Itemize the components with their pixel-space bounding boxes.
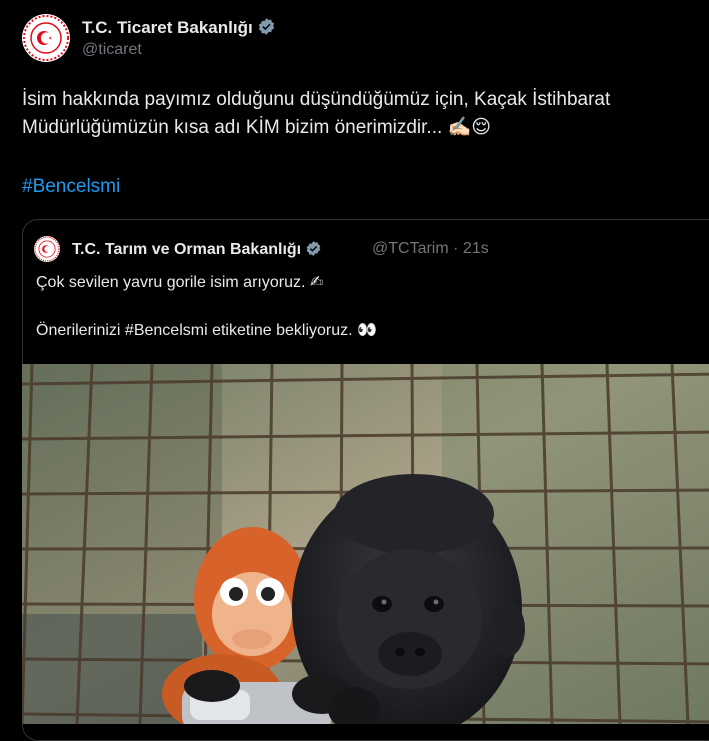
quoted-text-prefix: Önerilerinizi [36, 322, 125, 339]
tweet-text-line-1: İsim hakkında payımız olduğunu düşündüğü… [22, 89, 611, 110]
emblem-icon [23, 15, 69, 61]
hashtag-link[interactable]: #Bencelsmi [22, 176, 120, 198]
quoted-author-avatar[interactable] [34, 236, 60, 262]
verified-badge-icon [258, 18, 274, 35]
quoted-author-name[interactable]: T.C. Tarım ve Orman Bakanlığı [72, 240, 322, 259]
quoted-media-image[interactable] [22, 364, 709, 724]
quoted-author-name-text[interactable]: T.C. Tarım ve Orman Bakanlığı [72, 241, 301, 258]
verified-badge-icon [306, 241, 321, 256]
meta-separator: · [453, 240, 459, 257]
quoted-author-handle[interactable]: @TCTarim [372, 240, 449, 257]
author-handle[interactable]: @ticaret [82, 41, 142, 59]
emblem-icon [34, 236, 60, 262]
author-name[interactable]: T.C. Ticaret Bakanlığı [82, 17, 276, 38]
gorilla-photo [22, 364, 709, 724]
quoted-meta: @TCTarim · 21s [372, 240, 489, 258]
quoted-text-suffix: etiketine bekliyoruz. 👀 [207, 322, 377, 339]
tweet-text-line-2: Müdürlüğümüzün kısa adı KİM bizim önerim… [22, 117, 492, 138]
tweet-text: İsim hakkında payımız olduğunu düşündüğü… [22, 86, 702, 142]
quoted-hashtag-link[interactable]: #Bencelsmi [125, 322, 208, 339]
quoted-text-line-2: Önerilerinizi #Bencelsmi etiketine bekli… [36, 320, 377, 340]
quoted-time[interactable]: 21s [463, 240, 489, 257]
author-name-text[interactable]: T.C. Ticaret Bakanlığı [82, 18, 253, 37]
quoted-text-line-1: Çok sevilen yavru gorile isim arıyoruz. … [36, 274, 324, 291]
author-avatar[interactable] [22, 14, 70, 62]
